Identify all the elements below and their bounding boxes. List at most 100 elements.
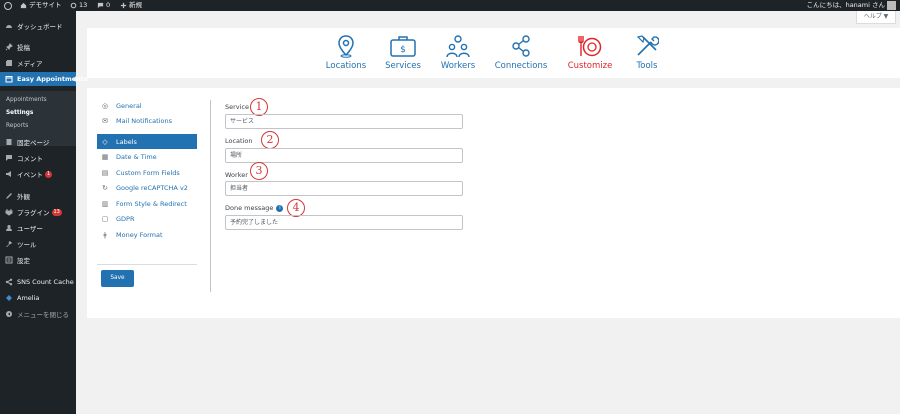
plugins-badge: 13 [51, 208, 62, 216]
home-icon [20, 2, 27, 9]
site-name-link[interactable]: デモサイト [20, 0, 62, 11]
calendar-icon [5, 76, 13, 83]
brush-icon [6, 193, 12, 199]
nav-workers[interactable]: Workers [428, 34, 488, 78]
save-button[interactable]: Save [101, 270, 134, 287]
tab-google-recaptcha[interactable]: ↻ Google reCAPTCHA v2 [97, 180, 197, 195]
tab-gdpr[interactable]: ▢ GDPR [97, 211, 197, 226]
sidebar-item-pages[interactable]: 固定ページ [0, 135, 76, 149]
style-icon: ▥ [101, 199, 109, 208]
settings-icon [5, 256, 13, 264]
nav-connections[interactable]: Connections [491, 34, 551, 78]
settings-panel: ◎ General ✉ Mail Notifications ◇ Labels … [87, 88, 900, 318]
service-label: Service [225, 103, 250, 111]
sidebar-item-amelia[interactable]: Amelia [0, 291, 76, 305]
sidebar-item-appearance[interactable]: 外観 [0, 189, 76, 203]
sidebar-item-posts[interactable]: 投稿 [0, 40, 76, 54]
greeting-text: こんにちは、hanami さん [806, 1, 885, 9]
sidebar-item-events[interactable]: イベント 1 [0, 167, 76, 181]
location-label: Location [225, 137, 253, 145]
share-icon [5, 278, 13, 286]
submenu-settings[interactable]: Settings [6, 110, 33, 116]
avatar [887, 1, 896, 10]
wordpress-logo-icon[interactable] [2, 0, 13, 11]
tab-money-format[interactable]: ǂ Money Format [97, 227, 197, 242]
dashboard-icon [6, 25, 12, 28]
customize-icon [578, 36, 602, 57]
tab-labels[interactable]: ◇ Labels [97, 134, 197, 149]
svg-text:$: $ [400, 45, 406, 55]
new-label: 新規 [129, 1, 142, 9]
tab-custom-form-fields[interactable]: ▤ Custom Form Fields [97, 165, 197, 180]
nav-services[interactable]: $ Services [373, 34, 433, 78]
location-pin-icon [338, 35, 354, 58]
sidebar-item-tools[interactable]: ツール [0, 237, 76, 251]
tab-general[interactable]: ◎ General [97, 98, 197, 113]
worker-label-input[interactable]: 担当者 [225, 181, 463, 196]
amelia-icon [6, 295, 12, 301]
nav-locations[interactable]: Locations [316, 34, 376, 78]
events-badge: 1 [45, 170, 53, 178]
worker-label: Worker [225, 171, 248, 179]
user-icon [6, 225, 12, 231]
help-tab-button[interactable]: ヘルプ ▼ [856, 11, 896, 24]
updates-count: 13 [79, 1, 88, 9]
tabs-divider [97, 264, 197, 265]
submenu-reports[interactable]: Reports [6, 123, 28, 129]
megaphone-icon [6, 171, 11, 177]
nav-customize[interactable]: Customize [560, 34, 620, 78]
gear-icon: ◎ [101, 101, 109, 110]
tab-form-style-redirect[interactable]: ▥ Form Style & Redirect [97, 196, 197, 211]
comment-icon [6, 155, 12, 161]
plus-icon [120, 2, 127, 9]
updates-link[interactable]: 13 [70, 0, 87, 11]
tools-icon [636, 35, 659, 56]
briefcase-icon: $ [390, 36, 416, 57]
tab-date-time[interactable]: ▦ Date & Time [97, 149, 197, 164]
sidebar-item-dashboard[interactable]: ダッシュボード [0, 19, 76, 33]
collapse-icon [6, 311, 12, 317]
envelope-icon: ✉ [102, 116, 108, 125]
annotation-marker-2: 2 [261, 129, 279, 149]
collapse-menu-button[interactable]: メニューを閉じる [0, 307, 76, 321]
workers-icon [446, 35, 470, 58]
comment-icon [97, 2, 104, 9]
media-icon [6, 60, 12, 66]
vertical-divider [210, 100, 211, 292]
submenu-appointments[interactable]: Appointments [6, 97, 47, 103]
user-account-menu[interactable]: こんにちは、hanami さん [807, 0, 896, 11]
connections-icon [512, 35, 530, 57]
sidebar-item-users[interactable]: ユーザー [0, 221, 76, 235]
comments-link[interactable]: 0 [97, 0, 110, 11]
calendar-icon: ▦ [101, 152, 109, 161]
tag-icon: ◇ [102, 137, 108, 146]
easy-appointments-nav: Locations $ Services Workers Connections [87, 28, 900, 78]
done-message-label: Done message i [225, 204, 284, 212]
page-icon [6, 139, 12, 145]
plugin-icon [5, 209, 13, 216]
annotation-marker-1: 1 [250, 96, 268, 116]
wrench-icon [6, 241, 12, 247]
sidebar-item-plugins[interactable]: プラグイン 13 [0, 205, 76, 219]
new-content-link[interactable]: 新規 [120, 0, 142, 11]
sidebar-item-sns-count-cache[interactable]: SNS Count Cache [0, 275, 76, 289]
money-icon: ǂ [103, 230, 107, 239]
admin-sidebar: Appointments Settings Reports ダッシュボード 投稿… [0, 11, 88, 414]
sidebar-item-settings[interactable]: 設定 [0, 253, 76, 267]
form-icon: ▤ [101, 168, 109, 177]
lock-icon: ▢ [101, 214, 109, 223]
recaptcha-icon: ↻ [102, 183, 108, 192]
site-name: デモサイト [29, 1, 62, 9]
sidebar-item-easy-appointments[interactable]: Easy Appointments [0, 72, 88, 86]
done-message-input[interactable]: 予約完了しました [225, 215, 463, 230]
annotation-marker-4: 4 [287, 197, 305, 217]
sidebar-item-comments[interactable]: コメント [0, 151, 76, 165]
service-label-input[interactable]: サービス [225, 114, 463, 129]
nav-tools[interactable]: Tools [617, 34, 677, 78]
comments-count: 0 [106, 1, 111, 9]
info-icon[interactable]: i [276, 204, 284, 212]
tab-mail-notifications[interactable]: ✉ Mail Notifications [97, 113, 197, 128]
pin-icon [5, 43, 13, 51]
sidebar-item-media[interactable]: メディア [0, 56, 76, 70]
admin-bar: デモサイト 13 0 新規 こんにちは、hanami さん [0, 0, 900, 11]
